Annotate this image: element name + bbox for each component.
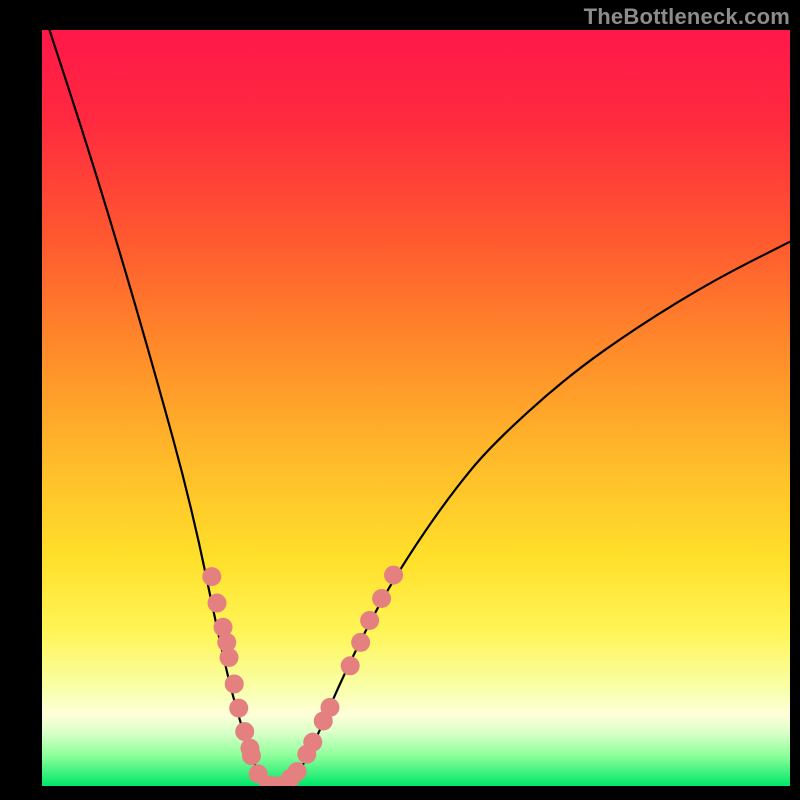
watermark-label: TheBottleneck.com [584,4,790,30]
marker-point [220,648,239,667]
marker-point [320,698,339,717]
gradient-background [42,30,790,786]
marker-point [235,722,254,741]
marker-point [229,699,248,718]
marker-point [351,633,370,652]
marker-point [341,656,360,675]
marker-point [242,746,261,765]
marker-point [360,611,379,630]
marker-point [225,674,244,693]
chart-frame: TheBottleneck.com [0,0,800,800]
marker-point [288,762,307,781]
marker-point [208,594,227,613]
bottleneck-chart [0,0,800,800]
marker-point [303,733,322,752]
marker-point [372,589,391,608]
marker-point [384,566,403,585]
marker-point [202,567,221,586]
